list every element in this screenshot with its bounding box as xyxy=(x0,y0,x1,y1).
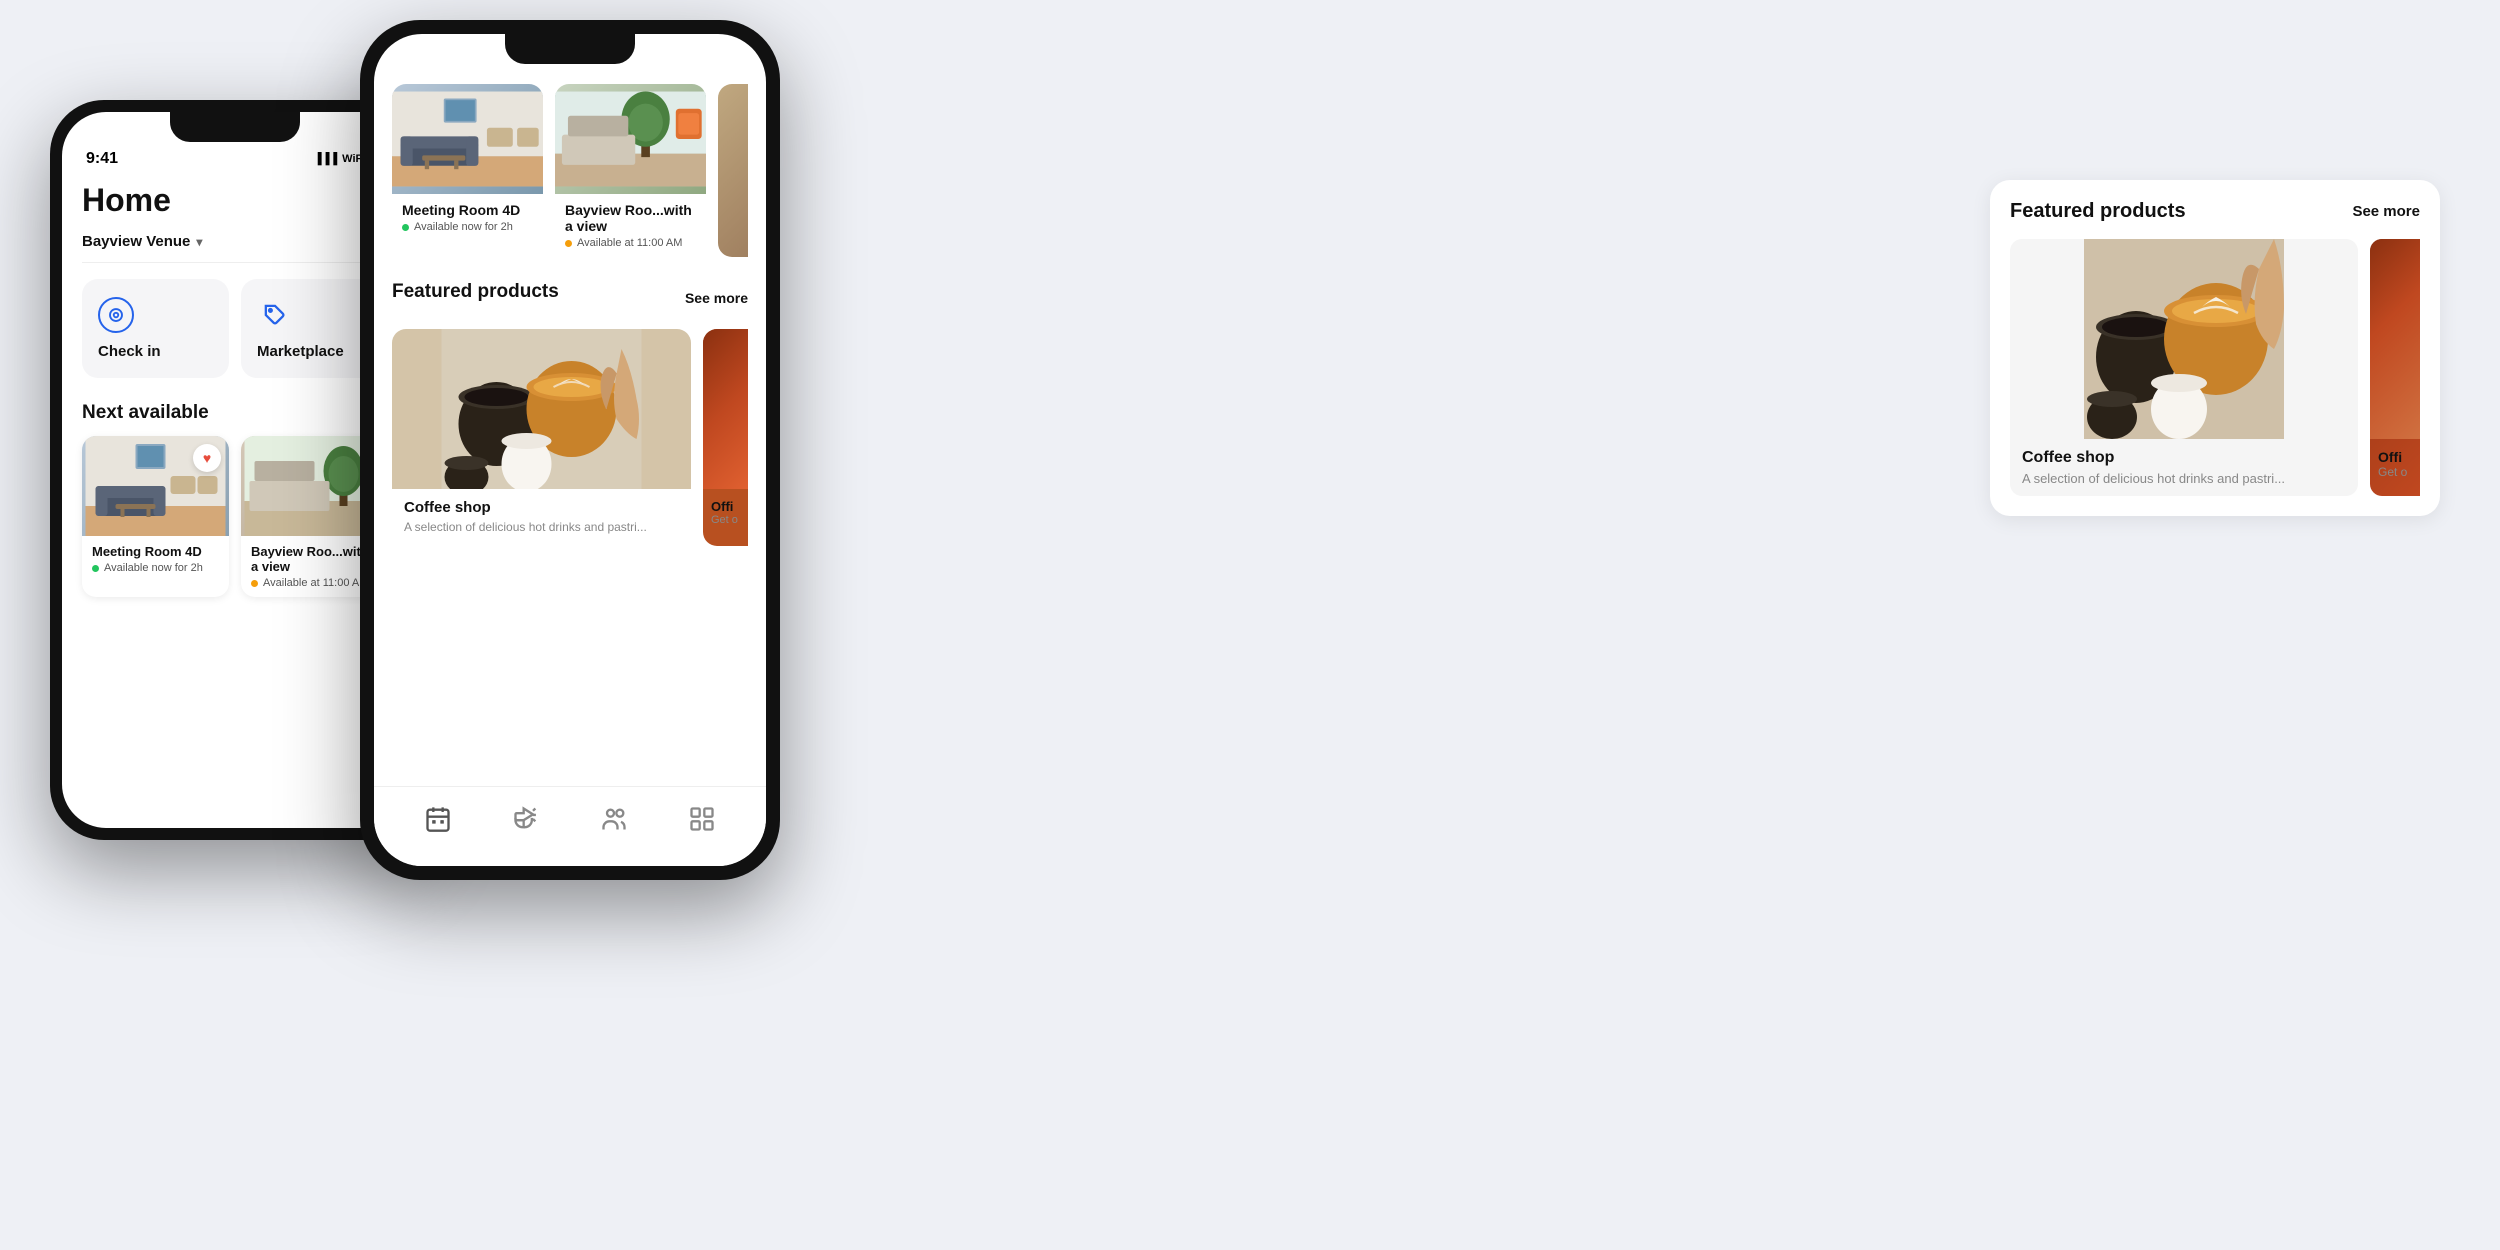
feature-card-header: Featured products See more xyxy=(2010,200,2420,223)
coffee-svg xyxy=(392,329,691,489)
venue-name: Bayview Venue xyxy=(82,233,190,250)
nav-people[interactable] xyxy=(600,805,628,833)
partial-product-card: Offi Get o xyxy=(703,329,748,546)
center-room-card-1[interactable]: Meeting Room 4D Available now for 2h xyxy=(392,84,543,257)
room-name-1: Meeting Room 4D xyxy=(92,544,219,559)
page-title: Home xyxy=(82,182,388,219)
products-row: Coffee shop A selection of delicious hot… xyxy=(392,329,748,546)
bottom-nav xyxy=(374,786,766,866)
center-room-name-2: Bayview Roo...with a view xyxy=(565,202,696,234)
center-room-illustration-1 xyxy=(392,84,543,194)
check-in-button[interactable]: Check in xyxy=(82,279,229,378)
room-card-1[interactable]: ♥ xyxy=(82,436,229,597)
favorite-icon[interactable]: ♥ xyxy=(193,444,221,472)
time-left: 9:41 xyxy=(86,150,118,168)
partial-product-desc: Get o xyxy=(711,514,740,526)
partial-room-card xyxy=(718,84,748,257)
see-more-button[interactable]: See more xyxy=(685,290,748,306)
left-phone-screen: 9:41 ▐▐▐ WiFi 🔋 Home Bayview Venue ▾ xyxy=(62,112,408,828)
room-info-1: Meeting Room 4D Available now for 2h xyxy=(82,536,229,582)
marketplace-label: Marketplace xyxy=(257,343,372,360)
center-phone-screen: Meeting Room 4D Available now for 2h xyxy=(374,34,766,866)
feature-partial-product-desc: Get o xyxy=(2378,465,2412,479)
center-room-img-2 xyxy=(555,84,706,194)
coffee-image xyxy=(392,329,691,489)
product-info-coffee: Coffee shop A selection of delicious hot… xyxy=(392,489,691,546)
nav-calendar[interactable] xyxy=(424,805,452,833)
check-in-label: Check in xyxy=(98,343,213,360)
center-featured-section: Featured products See more xyxy=(374,281,766,546)
center-rooms-section: Meeting Room 4D Available now for 2h xyxy=(374,34,766,257)
room-availability-1: Available now for 2h xyxy=(92,562,219,574)
feature-partial-product-name: Offi xyxy=(2378,449,2412,465)
center-room-card-2[interactable]: Bayview Roo...with a view Available at 1… xyxy=(555,84,706,257)
product-desc-coffee: A selection of delicious hot drinks and … xyxy=(404,520,679,536)
feature-see-more-button[interactable]: See more xyxy=(2352,203,2420,220)
feature-card-title: Featured products xyxy=(2010,200,2186,223)
product-card-coffee[interactable]: Coffee shop A selection of delicious hot… xyxy=(392,329,691,546)
people-icon xyxy=(600,805,628,833)
center-phone: Meeting Room 4D Available now for 2h xyxy=(360,20,780,880)
quick-actions: Check in Marketplace xyxy=(82,279,388,378)
feature-products-row: Coffee shop A selection of delicious hot… xyxy=(2010,239,2420,496)
status-dot-green xyxy=(92,565,99,572)
feature-product-desc-coffee: A selection of delicious hot drinks and … xyxy=(2022,471,2346,486)
next-available-title: Next available xyxy=(82,402,388,424)
home-content: Home Bayview Venue ▾ Check in xyxy=(62,172,408,828)
nav-announcements[interactable] xyxy=(512,805,540,833)
room-name-2: Bayview Roo...with a view xyxy=(251,544,378,574)
center-room-info-2: Bayview Roo...with a view Available at 1… xyxy=(555,194,706,257)
feature-partial-card: Offi Get o xyxy=(2370,239,2420,496)
product-name-coffee: Coffee shop xyxy=(404,499,679,516)
center-room-info-1: Meeting Room 4D Available now for 2h xyxy=(392,194,543,241)
feature-product-card-coffee[interactable]: Coffee shop A selection of delicious hot… xyxy=(2010,239,2358,496)
feature-coffee-image xyxy=(2010,239,2358,439)
center-room-name-1: Meeting Room 4D xyxy=(402,202,533,218)
venue-selector[interactable]: Bayview Venue ▾ xyxy=(82,233,388,263)
feature-card: Featured products See more xyxy=(1990,180,2440,516)
marketplace-icon xyxy=(257,297,293,333)
chevron-down-icon: ▾ xyxy=(196,235,202,249)
center-room-availability-1: Available now for 2h xyxy=(402,221,533,233)
center-status-dot-green xyxy=(402,224,409,231)
nav-apps[interactable] xyxy=(688,805,716,833)
center-notch xyxy=(505,34,635,64)
status-dot-orange xyxy=(251,580,258,587)
room-cards: ♥ xyxy=(82,436,388,597)
center-room-img-1 xyxy=(392,84,543,194)
feature-coffee-svg xyxy=(2010,239,2358,439)
feature-product-info-coffee: Coffee shop A selection of delicious hot… xyxy=(2010,439,2358,496)
center-rooms-row: Meeting Room 4D Available now for 2h xyxy=(392,84,748,257)
room-availability-2: Available at 11:00 AM xyxy=(251,577,378,589)
center-room-availability-2: Available at 11:00 AM xyxy=(565,237,696,249)
center-content: Meeting Room 4D Available now for 2h xyxy=(374,34,766,866)
center-status-dot-orange xyxy=(565,240,572,247)
featured-header: Featured products See more xyxy=(392,281,748,315)
center-room-illustration-2 xyxy=(555,84,706,194)
calendar-icon xyxy=(424,805,452,833)
notch xyxy=(170,112,300,142)
check-in-icon xyxy=(98,297,134,333)
signal-icon: ▐▐▐ xyxy=(314,153,337,165)
room-image-1: ♥ xyxy=(82,436,229,536)
apps-icon xyxy=(688,805,716,833)
partial-product-name: Offi xyxy=(711,499,740,514)
featured-title: Featured products xyxy=(392,281,559,303)
megaphone-icon xyxy=(512,805,540,833)
feature-product-name-coffee: Coffee shop xyxy=(2022,449,2346,467)
